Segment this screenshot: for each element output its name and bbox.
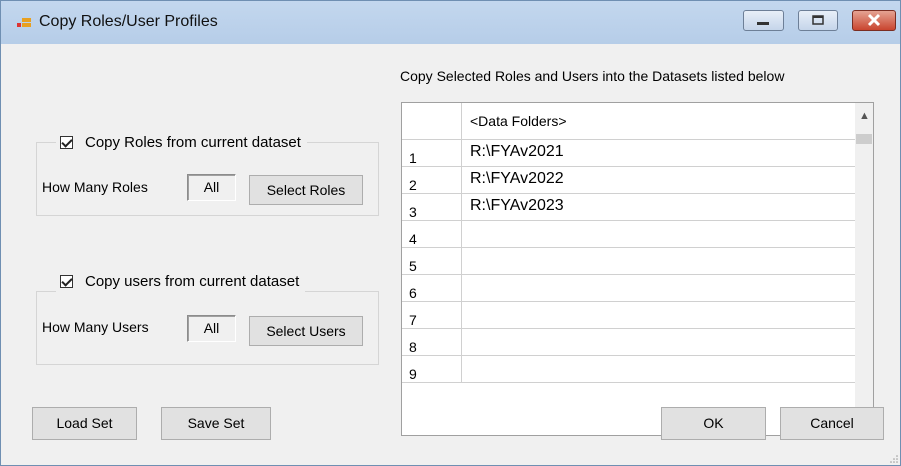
grid-row[interactable]: 1 R:\FYAv2021 (402, 140, 856, 167)
grid-vertical-scrollbar[interactable]: ▲ ▼ (855, 103, 873, 435)
grid-row[interactable]: 6 (402, 275, 856, 302)
checkbox-icon[interactable] (60, 274, 73, 288)
load-set-button[interactable]: Load Set (32, 407, 137, 440)
window-title: Copy Roles/User Profiles (39, 13, 218, 30)
scroll-thumb[interactable] (856, 134, 872, 144)
data-folder-cell[interactable] (462, 356, 856, 383)
ok-button[interactable]: OK (661, 407, 766, 440)
data-folder-cell[interactable] (462, 275, 856, 302)
grid-row[interactable]: 9 (402, 356, 856, 383)
dialog-window: Copy Roles/User Profiles Copy Selected R… (0, 0, 901, 466)
data-folders-grid[interactable]: <Data Folders> 1 R:\FYAv2021 2 R:\FYAv2022 3… (401, 102, 874, 436)
grid-row[interactable]: 8 (402, 329, 856, 356)
row-number[interactable]: 8 (402, 329, 462, 356)
data-folder-cell[interactable] (462, 248, 856, 275)
grid-caption: Copy Selected Roles and Users into the D… (400, 68, 785, 84)
dialog-body: Copy Selected Roles and Users into the D… (9, 44, 892, 456)
data-folders-column-header[interactable]: <Data Folders> (462, 103, 856, 140)
row-number[interactable]: 9 (402, 356, 462, 383)
how-many-users-label: How Many Users (42, 319, 149, 335)
title-bar[interactable]: Copy Roles/User Profiles (1, 1, 900, 44)
how-many-roles-label: How Many Roles (42, 179, 148, 195)
data-folder-cell[interactable] (462, 221, 856, 248)
data-folder-cell[interactable] (462, 302, 856, 329)
row-number[interactable]: 1 (402, 140, 462, 167)
data-folder-cell[interactable] (462, 329, 856, 356)
data-folder-cell[interactable]: R:\FYAv2022 (462, 167, 856, 194)
row-number[interactable]: 6 (402, 275, 462, 302)
scroll-up-icon[interactable]: ▲ (859, 110, 870, 122)
grid-row[interactable]: 2 R:\FYAv2022 (402, 167, 856, 194)
save-set-button[interactable]: Save Set (161, 407, 271, 440)
how-many-users-value: All (187, 315, 236, 342)
grid-row[interactable]: 7 (402, 302, 856, 329)
maximize-icon (812, 15, 824, 25)
data-folder-cell[interactable]: R:\FYAv2023 (462, 194, 856, 221)
maximize-button[interactable] (798, 10, 838, 31)
close-button[interactable] (852, 10, 896, 31)
resize-grip-icon[interactable] (889, 454, 899, 464)
minimize-button[interactable] (743, 10, 784, 31)
close-icon (867, 13, 881, 27)
grid-corner-header (402, 103, 462, 140)
grid-row[interactable]: 4 (402, 221, 856, 248)
how-many-roles-value: All (187, 174, 236, 201)
copy-users-checkbox[interactable]: Copy users from current dataset (56, 270, 306, 292)
grid-row[interactable]: 5 (402, 248, 856, 275)
grid-row[interactable]: 3 R:\FYAv2023 (402, 194, 856, 221)
cancel-button[interactable]: Cancel (780, 407, 884, 440)
select-users-button[interactable]: Select Users (249, 316, 363, 346)
data-folder-cell[interactable]: R:\FYAv2021 (462, 140, 856, 167)
row-number[interactable]: 7 (402, 302, 462, 329)
minimize-icon (757, 22, 769, 25)
row-number[interactable]: 2 (402, 167, 462, 194)
copy-users-label: Copy users from current dataset (85, 272, 300, 290)
app-icon (17, 18, 31, 27)
row-number[interactable]: 5 (402, 248, 462, 275)
row-number[interactable]: 3 (402, 194, 462, 221)
select-roles-button[interactable]: Select Roles (249, 175, 363, 205)
checkbox-icon[interactable] (60, 135, 73, 149)
copy-roles-checkbox[interactable]: Copy Roles from current dataset (56, 131, 307, 153)
row-number[interactable]: 4 (402, 221, 462, 248)
copy-roles-label: Copy Roles from current dataset (85, 133, 301, 151)
